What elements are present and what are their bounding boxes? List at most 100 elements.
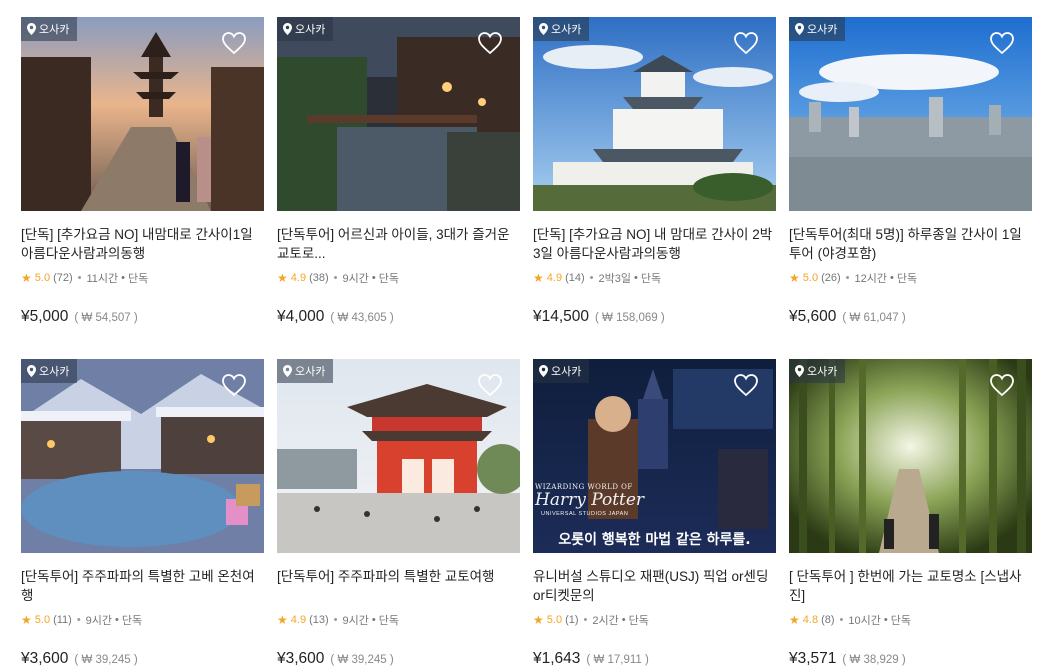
duration: 10시간 <box>848 615 881 627</box>
product-title[interactable]: [단독] [추가요금 NO] 내맘대로 간사이1일 아름다운사람과의동행 <box>21 225 264 263</box>
price-row: ¥14,500 ( ₩ 158,069 ) <box>533 308 776 326</box>
location-badge: 오사카 <box>277 359 334 383</box>
product-title[interactable]: [단독투어] 주주파파의 특별한 교토여행 <box>277 567 520 605</box>
rating-value: 4.9 <box>546 272 563 284</box>
heart-outline-icon[interactable] <box>221 373 247 397</box>
heart-outline-icon[interactable] <box>221 31 247 55</box>
location-badge: 오사카 <box>21 17 78 41</box>
separator-dot: • <box>77 272 82 284</box>
price: ¥1,643 <box>533 650 581 667</box>
location-pin-icon <box>27 23 36 35</box>
duration: 9시간 <box>342 615 369 627</box>
product-meta: ★ 5.0 (26) • 12시간 • 단독 <box>789 270 1032 286</box>
product-title[interactable]: [단독투어] 주주파파의 특별한 고베 온천여행 <box>21 567 264 605</box>
product-title[interactable]: 유니버설 스튜디오 재팬(USJ) 픽업 or센딩 or티켓문의 <box>533 567 776 605</box>
location-label: 오사카 <box>39 366 70 378</box>
separator-dot: • <box>633 272 638 284</box>
price: ¥3,600 <box>21 650 69 667</box>
separator-dot: • <box>371 272 376 284</box>
product-image[interactable]: WIZARDING WORLD OF Harry Potter UNIVERSA… <box>533 359 776 553</box>
location-badge: 오사카 <box>789 359 846 383</box>
product-image[interactable]: 오사카 <box>21 17 264 211</box>
review-count: (8) <box>821 614 835 626</box>
location-badge: 오사카 <box>21 359 78 383</box>
rating-value: 4.9 <box>290 272 307 284</box>
product-card[interactable]: 오사카 [단독] [추가요금 NO] 내맘대로 간사이1일 아름다운사람과의동행… <box>21 17 264 326</box>
tour-type: 단독 <box>896 273 918 285</box>
heart-outline-icon[interactable] <box>477 373 503 397</box>
review-count: (38) <box>309 272 329 284</box>
rating-value: 5.0 <box>802 272 819 284</box>
heart-outline-icon[interactable] <box>989 373 1015 397</box>
duration: 9시간 <box>85 615 113 627</box>
krw-price: ( ₩ 39,245 ) <box>74 654 138 666</box>
product-title[interactable]: [단독투어(최대 5명)] 하루종일 간사이 1일투어 (야경포함) <box>789 225 1032 263</box>
product-card[interactable]: 오사카 [단독투어] 주주파파의 특별한 고베 온천여행 ★ 5.0 (11) … <box>21 359 264 668</box>
review-count: (11) <box>53 614 72 626</box>
krw-price: ( ₩ 61,047 ) <box>842 312 906 324</box>
heart-outline-icon[interactable] <box>989 31 1015 55</box>
review-count: (1) <box>565 614 579 626</box>
location-label: 오사카 <box>551 366 582 378</box>
product-card[interactable]: 오사카 [단독투어(최대 5명)] 하루종일 간사이 1일투어 (야경포함) ★… <box>789 17 1032 326</box>
logo-subtitle-2: UNIVERSAL STUDIOS JAPAN <box>541 511 629 517</box>
tour-type: 단독 <box>378 273 399 285</box>
product-image[interactable]: 오사카 <box>277 359 520 553</box>
logo-title: Harry Potter <box>535 490 645 510</box>
krw-price: ( ₩ 43,605 ) <box>330 312 394 324</box>
duration: 2시간 <box>592 615 619 627</box>
separator-dot: • <box>121 272 126 284</box>
separator-dot: • <box>583 614 588 626</box>
star-icon: ★ <box>277 613 288 627</box>
separator-dot: • <box>845 272 850 284</box>
product-title[interactable]: [단독투어] 어르신과 아이들, 3대가 즐거운 교토로... <box>277 225 520 263</box>
product-meta: ★ 4.8 (8) • 10시간 • 단독 <box>789 612 1032 628</box>
price: ¥5,600 <box>789 308 837 325</box>
product-title[interactable]: [단독] [추가요금 NO] 내 맘대로 간사이 2박3일 아름다운사람과의동행 <box>533 225 776 263</box>
separator-dot: • <box>589 272 594 284</box>
krw-price: ( ₩ 38,929 ) <box>842 654 906 666</box>
star-icon: ★ <box>277 271 288 285</box>
product-title[interactable]: [ 단독투어 ] 한번에 가는 교토명소 [스냅사진] <box>789 567 1032 605</box>
location-badge: 오사카 <box>533 359 590 383</box>
product-meta: ★ 5.0 (72) • 11시간 • 단독 <box>21 270 264 286</box>
review-count: (13) <box>309 614 329 626</box>
tour-type: 단독 <box>640 273 662 285</box>
rating-value: 4.8 <box>802 614 819 626</box>
location-pin-icon <box>27 365 36 377</box>
product-image[interactable]: 오사카 <box>789 359 1032 553</box>
duration: 2박3일 <box>598 273 631 285</box>
product-card[interactable]: 오사카 [단독투어] 어르신과 아이들, 3대가 즐거운 교토로... ★ 4.… <box>277 17 520 326</box>
product-image[interactable]: 오사카 <box>21 359 264 553</box>
location-label: 오사카 <box>551 24 582 36</box>
product-image[interactable]: 오사카 <box>533 17 776 211</box>
banner-text: 오롯이 행복한 마법 같은 하루를. <box>558 532 751 548</box>
product-image[interactable]: 오사카 <box>277 17 520 211</box>
tour-type: 단독 <box>628 615 649 627</box>
price: ¥4,000 <box>277 308 325 325</box>
product-meta: ★ 5.0 (1) • 2시간 • 단독 <box>533 612 776 628</box>
product-card[interactable]: 오사카 [ 단독투어 ] 한번에 가는 교토명소 [스냅사진] ★ 4.8 (8… <box>789 359 1032 668</box>
price-row: ¥1,643 ( ₩ 17,911 ) <box>533 650 776 668</box>
star-icon: ★ <box>789 613 800 627</box>
separator-dot: • <box>76 614 81 626</box>
product-meta: ★ 4.9 (14) • 2박3일 • 단독 <box>533 270 776 286</box>
heart-outline-icon[interactable] <box>733 31 759 55</box>
separator-dot: • <box>333 272 338 284</box>
location-label: 오사카 <box>295 24 326 36</box>
star-icon: ★ <box>21 613 32 627</box>
price-row: ¥3,600 ( ₩ 39,245 ) <box>277 650 520 668</box>
price-row: ¥5,600 ( ₩ 61,047 ) <box>789 308 1032 326</box>
heart-outline-icon[interactable] <box>477 31 503 55</box>
price-row: ¥4,000 ( ₩ 43,605 ) <box>277 308 520 326</box>
product-image[interactable]: 오사카 <box>789 17 1032 211</box>
product-card[interactable]: 오사카 [단독] [추가요금 NO] 내 맘대로 간사이 2박3일 아름다운사람… <box>533 17 776 326</box>
location-pin-icon <box>795 23 804 35</box>
harry-potter-logo: WIZARDING WORLD OF Harry Potter UNIVERSA… <box>535 483 655 517</box>
heart-outline-icon[interactable] <box>733 373 759 397</box>
product-meta: ★ 4.9 (13) • 9시간 • 단독 <box>277 612 520 628</box>
product-card[interactable]: 오사카 [단독투어] 주주파파의 특별한 교토여행 ★ 4.9 (13) • 9… <box>277 359 520 668</box>
tour-type: 단독 <box>128 273 149 285</box>
duration: 9시간 <box>342 273 369 285</box>
product-card[interactable]: WIZARDING WORLD OF Harry Potter UNIVERSA… <box>533 359 776 668</box>
